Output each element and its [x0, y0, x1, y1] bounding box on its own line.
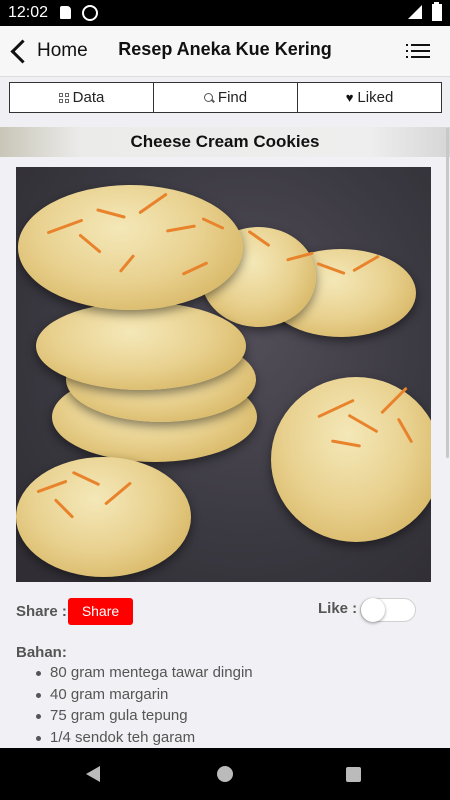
tab-liked[interactable]: ♥ Liked: [297, 83, 441, 112]
list-item: 1/4 sendok teh garam: [32, 727, 253, 749]
like-label: Like :: [318, 600, 358, 617]
status-time: 12:02: [8, 4, 49, 21]
scrollbar[interactable]: [446, 128, 449, 458]
status-bar: 12:02: [0, 0, 450, 26]
list-item: 80 gram mentega tawar dingin: [32, 662, 253, 684]
tab-bar: Data Find ♥ Liked: [9, 82, 442, 113]
recipe-photo: [16, 167, 431, 582]
tab-data-label: Data: [72, 89, 105, 106]
nav-back-icon[interactable]: [86, 766, 100, 782]
ingredients-list: 80 gram mentega tawar dingin 40 gram mar…: [32, 662, 253, 748]
page-title: Resep Aneka Kue Kering: [118, 39, 332, 59]
like-toggle-knob: [361, 598, 385, 622]
share-label: Share :: [16, 603, 67, 620]
heart-icon: ♥: [345, 90, 354, 105]
recipe-card: Share : Share Like : Bahan: 80 gram ment…: [0, 157, 450, 748]
sync-icon: [82, 5, 98, 21]
sd-card-icon: [60, 6, 71, 19]
nav-home-icon[interactable]: [217, 766, 233, 782]
search-icon: [203, 93, 213, 102]
like-toggle[interactable]: [360, 598, 416, 622]
recipe-title: Cheese Cream Cookies: [0, 127, 450, 157]
tab-find-label: Find: [217, 89, 248, 106]
share-button[interactable]: Share: [68, 598, 133, 625]
tab-data[interactable]: Data: [10, 83, 153, 112]
tab-find[interactable]: Find: [153, 83, 297, 112]
recipe-content[interactable]: Cheese Cream Cookies Share: Share Like …: [0, 120, 450, 748]
grid-icon: [58, 92, 69, 103]
nav-recent-apps-icon[interactable]: [346, 767, 361, 782]
tab-liked-label: Liked: [357, 89, 394, 106]
navigation-bar: Home Resep Aneka Kue Kering: [0, 26, 450, 77]
signal-icon: [408, 5, 422, 19]
system-nav-bar: [0, 748, 450, 800]
menu-list-icon[interactable]: [406, 42, 430, 60]
list-item: 75 gram gula tepung: [32, 705, 253, 727]
ingredients-title: Bahan:: [16, 644, 67, 661]
battery-icon: [432, 4, 442, 21]
list-item: 40 gram margarin: [32, 684, 253, 706]
share-like-row: Share : Share Like :: [16, 597, 436, 625]
